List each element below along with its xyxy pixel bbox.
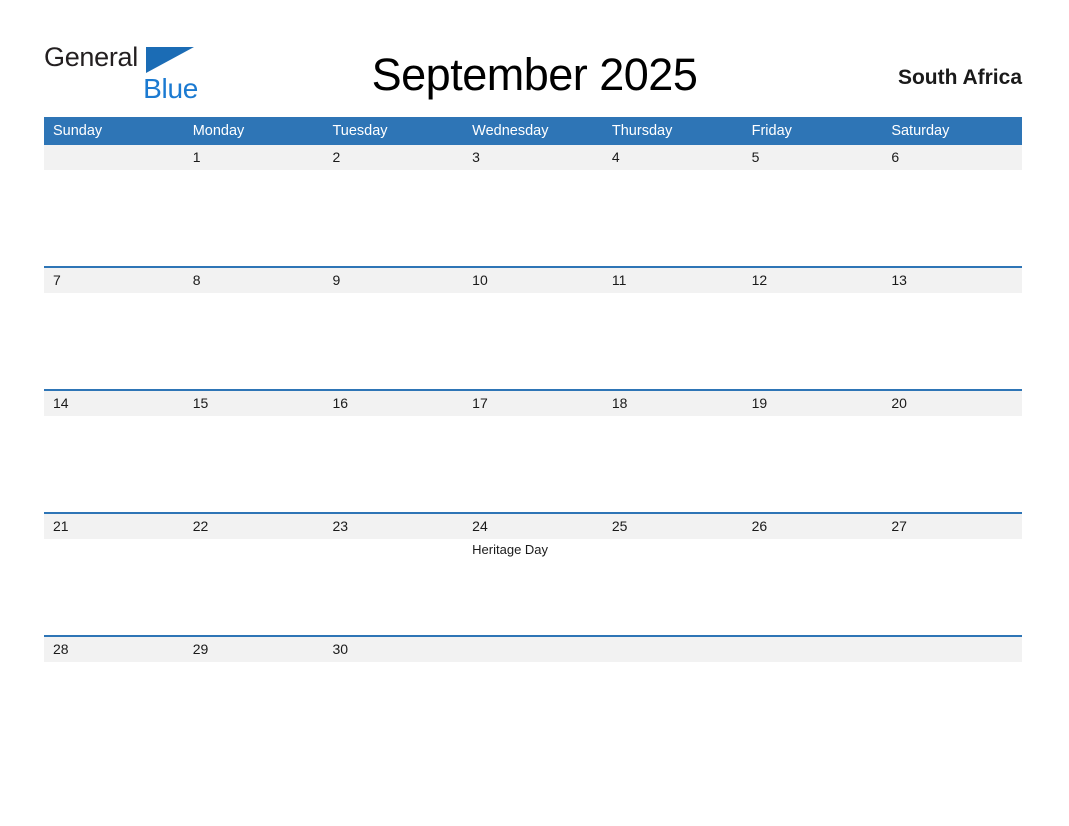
country-label: South Africa: [897, 66, 1022, 89]
weekday-thursday: Thursday: [611, 123, 673, 139]
day-cell[interactable]: [603, 662, 743, 758]
day-number[interactable]: 11: [603, 268, 743, 293]
week-date-band: 1 2 3 4 5 6: [44, 145, 1022, 170]
day-number[interactable]: 13: [882, 268, 1022, 293]
calendar-grid: Sunday Monday Tuesday Wednesday Thursday…: [44, 117, 1022, 758]
day-cell[interactable]: [44, 170, 184, 266]
day-cell[interactable]: [603, 170, 743, 266]
day-cell[interactable]: [184, 539, 324, 635]
week-body-band: [44, 662, 1022, 758]
day-number[interactable]: 3: [463, 145, 603, 170]
day-cell[interactable]: [882, 539, 1022, 635]
week-date-band: 28 29 30: [44, 637, 1022, 662]
weekday-saturday: Saturday: [891, 123, 950, 139]
day-number[interactable]: 24: [463, 514, 603, 539]
day-number[interactable]: [603, 637, 743, 662]
week-body-band: [44, 293, 1022, 389]
day-number[interactable]: 27: [882, 514, 1022, 539]
day-cell[interactable]: Heritage Day: [463, 539, 603, 635]
weekday-sunday: Sunday: [53, 123, 103, 139]
day-cell[interactable]: [882, 293, 1022, 389]
day-number[interactable]: 22: [184, 514, 324, 539]
day-number[interactable]: 14: [44, 391, 184, 416]
day-number[interactable]: 1: [184, 145, 324, 170]
day-number[interactable]: 8: [184, 268, 324, 293]
day-number[interactable]: [743, 637, 883, 662]
day-cell[interactable]: [323, 170, 463, 266]
weekday-friday: Friday: [751, 123, 792, 139]
day-number[interactable]: 5: [743, 145, 883, 170]
day-number[interactable]: 19: [743, 391, 883, 416]
day-number[interactable]: 26: [743, 514, 883, 539]
week-row: 28 29 30: [44, 635, 1022, 758]
day-cell[interactable]: [882, 662, 1022, 758]
day-number[interactable]: [463, 637, 603, 662]
day-number[interactable]: [882, 637, 1022, 662]
day-cell[interactable]: [44, 662, 184, 758]
week-row: 21 22 23 24 25 26 27 Heritage Day: [44, 512, 1022, 635]
day-cell[interactable]: [44, 416, 184, 512]
day-cell[interactable]: [44, 539, 184, 635]
day-cell[interactable]: [323, 416, 463, 512]
day-cell[interactable]: [463, 170, 603, 266]
day-cell[interactable]: [603, 293, 743, 389]
day-number[interactable]: 4: [603, 145, 743, 170]
day-number[interactable]: 28: [44, 637, 184, 662]
day-cell[interactable]: [603, 539, 743, 635]
day-cell[interactable]: [44, 293, 184, 389]
week-date-band: 14 15 16 17 18 19 20: [44, 391, 1022, 416]
day-cell[interactable]: [743, 293, 883, 389]
day-cell[interactable]: [603, 416, 743, 512]
day-number[interactable]: 25: [603, 514, 743, 539]
day-number[interactable]: 16: [323, 391, 463, 416]
week-row: 14 15 16 17 18 19 20: [44, 389, 1022, 512]
day-cell[interactable]: [743, 416, 883, 512]
day-cell[interactable]: [743, 170, 883, 266]
day-cell[interactable]: [184, 170, 324, 266]
day-cell[interactable]: [323, 293, 463, 389]
day-cell[interactable]: [463, 662, 603, 758]
day-event-heritage-day: Heritage Day: [472, 542, 549, 557]
weekday-monday: Monday: [192, 123, 245, 139]
day-number[interactable]: 30: [323, 637, 463, 662]
day-cell[interactable]: [323, 662, 463, 758]
day-cell[interactable]: [882, 170, 1022, 266]
day-number[interactable]: 20: [882, 391, 1022, 416]
weekday-wednesday: Wednesday: [472, 123, 549, 139]
day-number[interactable]: 12: [743, 268, 883, 293]
day-number[interactable]: 29: [184, 637, 324, 662]
week-row: 1 2 3 4 5 6: [44, 145, 1022, 266]
day-cell[interactable]: [743, 539, 883, 635]
weekday-header-row: Sunday Monday Tuesday Wednesday Thursday…: [44, 117, 1022, 145]
week-body-band: Heritage Day: [44, 539, 1022, 635]
week-row: 7 8 9 10 11 12 13: [44, 266, 1022, 389]
day-cell[interactable]: [743, 662, 883, 758]
weekday-tuesday: Tuesday: [332, 123, 388, 139]
day-cell[interactable]: [882, 416, 1022, 512]
week-date-band: 21 22 23 24 25 26 27: [44, 514, 1022, 539]
day-number[interactable]: 7: [44, 268, 184, 293]
day-cell[interactable]: [184, 416, 324, 512]
day-number[interactable]: 23: [323, 514, 463, 539]
week-body-band: [44, 416, 1022, 512]
day-cell[interactable]: [463, 293, 603, 389]
day-cell[interactable]: [463, 416, 603, 512]
day-cell[interactable]: [323, 539, 463, 635]
day-number[interactable]: 21: [44, 514, 184, 539]
week-date-band: 7 8 9 10 11 12 13: [44, 268, 1022, 293]
day-number[interactable]: 15: [184, 391, 324, 416]
day-cell[interactable]: [184, 293, 324, 389]
day-number[interactable]: 2: [323, 145, 463, 170]
day-number[interactable]: 9: [323, 268, 463, 293]
day-cell[interactable]: [184, 662, 324, 758]
day-number[interactable]: [44, 145, 184, 170]
page-header: General Blue September 2025 South Africa: [0, 0, 1069, 103]
day-number[interactable]: 17: [463, 391, 603, 416]
day-number[interactable]: 18: [603, 391, 743, 416]
week-body-band: [44, 170, 1022, 266]
day-number[interactable]: 6: [882, 145, 1022, 170]
day-number[interactable]: 10: [463, 268, 603, 293]
